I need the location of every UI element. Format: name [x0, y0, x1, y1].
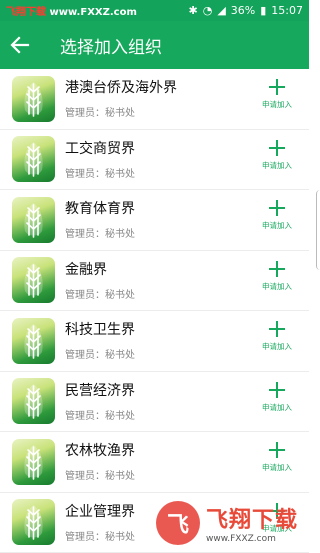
battery-text: 36% [231, 4, 255, 17]
watermark-circle: 飞 [156, 501, 200, 545]
org-row[interactable]: 工交商贸界 管理员：秘书处 申请加入 [0, 130, 309, 191]
org-row[interactable]: 科技卫生界 管理员：秘书处 申请加入 [0, 311, 309, 372]
watermark-brand: 飞翔下载 [206, 502, 298, 534]
org-logo-icon [12, 378, 55, 424]
plus-icon [269, 321, 285, 337]
apply-join-label: 申请加入 [262, 462, 292, 473]
org-name: 民营经济界 [65, 381, 135, 401]
battery-icon: ▮ [260, 4, 266, 17]
page-title: 选择加入组织 [60, 33, 162, 58]
apply-join-label: 申请加入 [262, 402, 292, 413]
org-logo-icon [12, 136, 55, 182]
org-admin: 管理员：秘书处 [65, 346, 135, 361]
back-arrow-icon [10, 35, 30, 55]
status-bar: 飞翔下载 www.FXXZ.com ✱ ◔ ◢ 36% ▮ 15:07 [0, 0, 309, 21]
org-logo-icon [12, 257, 55, 303]
org-admin: 管理员：秘书处 [65, 528, 135, 543]
status-watermark: 飞翔下载 www.FXXZ.com [6, 3, 137, 18]
plus-icon [269, 79, 285, 95]
org-name: 港澳台侨及海外界 [65, 78, 177, 98]
org-logo-icon [12, 76, 55, 122]
bluetooth-icon: ✱ [188, 4, 197, 17]
apply-join-label: 申请加入 [262, 341, 292, 352]
org-logo-icon [12, 439, 55, 485]
org-name: 农林牧渔界 [65, 441, 135, 461]
org-row[interactable]: 港澳台侨及海外界 管理员：秘书处 申请加入 [0, 69, 309, 130]
signal-icon: ◢ [217, 4, 225, 17]
apply-join-button[interactable]: 申请加入 [259, 140, 295, 171]
org-row[interactable]: 教育体育界 管理员：秘书处 申请加入 [0, 190, 309, 251]
org-admin: 管理员：秘书处 [65, 225, 135, 240]
org-name: 科技卫生界 [65, 320, 135, 340]
apply-join-label: 申请加入 [262, 160, 292, 171]
org-name: 金融界 [65, 260, 135, 280]
org-admin: 管理员：秘书处 [65, 286, 135, 301]
org-row[interactable]: 民营经济界 管理员：秘书处 申请加入 [0, 372, 309, 433]
scroll-edge-indicator [316, 190, 320, 270]
plus-icon [269, 200, 285, 216]
apply-join-button[interactable]: 申请加入 [259, 382, 295, 413]
apply-join-label: 申请加入 [262, 281, 292, 292]
clock: 15:07 [271, 4, 303, 17]
apply-join-button[interactable]: 申请加入 [259, 200, 295, 231]
org-logo-icon [12, 499, 55, 545]
org-logo-icon [12, 318, 55, 364]
plus-icon [269, 261, 285, 277]
org-admin: 管理员：秘书处 [65, 104, 177, 119]
wifi-icon: ◔ [203, 4, 213, 17]
plus-icon [269, 382, 285, 398]
apply-join-button[interactable]: 申请加入 [259, 79, 295, 110]
org-name: 教育体育界 [65, 199, 135, 219]
apply-join-button[interactable]: 申请加入 [259, 442, 295, 473]
org-admin: 管理员：秘书处 [65, 467, 135, 482]
back-button[interactable] [0, 21, 40, 69]
org-admin: 管理员：秘书处 [65, 407, 135, 422]
watermark-url: www.FXXZ.com [206, 534, 298, 544]
org-list: 港澳台侨及海外界 管理员：秘书处 申请加入 工交商贸界 管理员：秘书处 [0, 69, 309, 553]
org-row[interactable]: 农林牧渔界 管理员：秘书处 申请加入 [0, 432, 309, 493]
apply-join-label: 申请加入 [262, 99, 292, 110]
org-logo-icon [12, 197, 55, 243]
plus-icon [269, 442, 285, 458]
org-row[interactable]: 金融界 管理员：秘书处 申请加入 [0, 251, 309, 312]
apply-join-label: 申请加入 [262, 220, 292, 231]
app-bar: 选择加入组织 [0, 21, 309, 69]
org-name: 工交商贸界 [65, 139, 135, 159]
apply-join-button[interactable]: 申请加入 [259, 261, 295, 292]
org-admin: 管理员：秘书处 [65, 165, 135, 180]
watermark-logo: 飞 飞翔下载 www.FXXZ.com [156, 498, 316, 548]
org-name: 企业管理界 [65, 502, 135, 522]
plus-icon [269, 140, 285, 156]
apply-join-button[interactable]: 申请加入 [259, 321, 295, 352]
